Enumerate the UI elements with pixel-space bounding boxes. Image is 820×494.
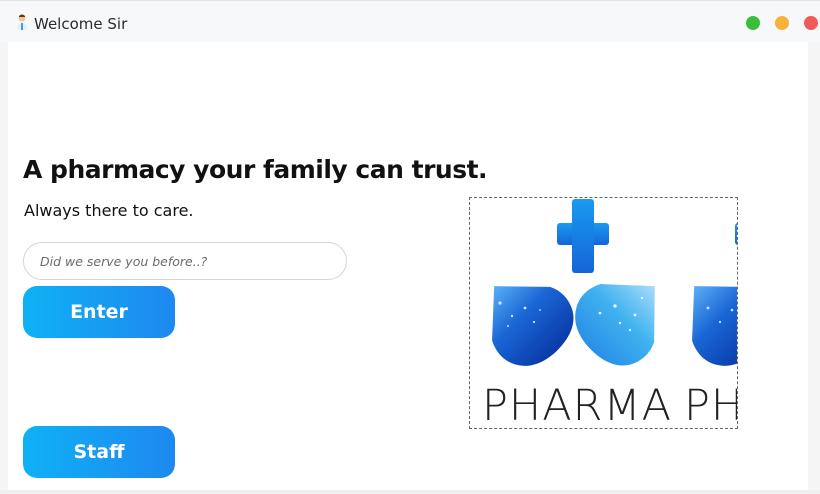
pharmacist-icon — [17, 14, 27, 30]
window-frame-left — [0, 42, 8, 494]
maximize-button[interactable] — [746, 16, 760, 30]
page-title: A pharmacy your family can trust. — [23, 155, 488, 184]
right-drop-icon — [575, 284, 655, 366]
window-title: Welcome Sir — [34, 15, 128, 33]
partial-drop-icon — [692, 286, 737, 366]
logo-text: PHARMA — [482, 381, 672, 429]
window-frame-bottom — [0, 490, 820, 494]
customer-search-input[interactable] — [23, 242, 347, 280]
pharma-logo: PHARMA PHARMA — [469, 197, 738, 429]
left-drop-icon — [492, 286, 574, 366]
pharma-logo-icon: PHARMA PHARMA — [482, 199, 738, 429]
medical-cross-icon — [557, 199, 609, 273]
logo-text-repeat: PHARMA — [684, 381, 738, 429]
title-bar: Welcome Sir — [0, 0, 820, 42]
minimize-button[interactable] — [775, 16, 789, 30]
page-subtitle: Always there to care. — [24, 201, 194, 220]
staff-button[interactable]: Staff — [23, 426, 175, 478]
enter-button[interactable]: Enter — [23, 286, 175, 338]
close-button[interactable] — [804, 16, 818, 30]
window-frame-right — [808, 42, 820, 494]
